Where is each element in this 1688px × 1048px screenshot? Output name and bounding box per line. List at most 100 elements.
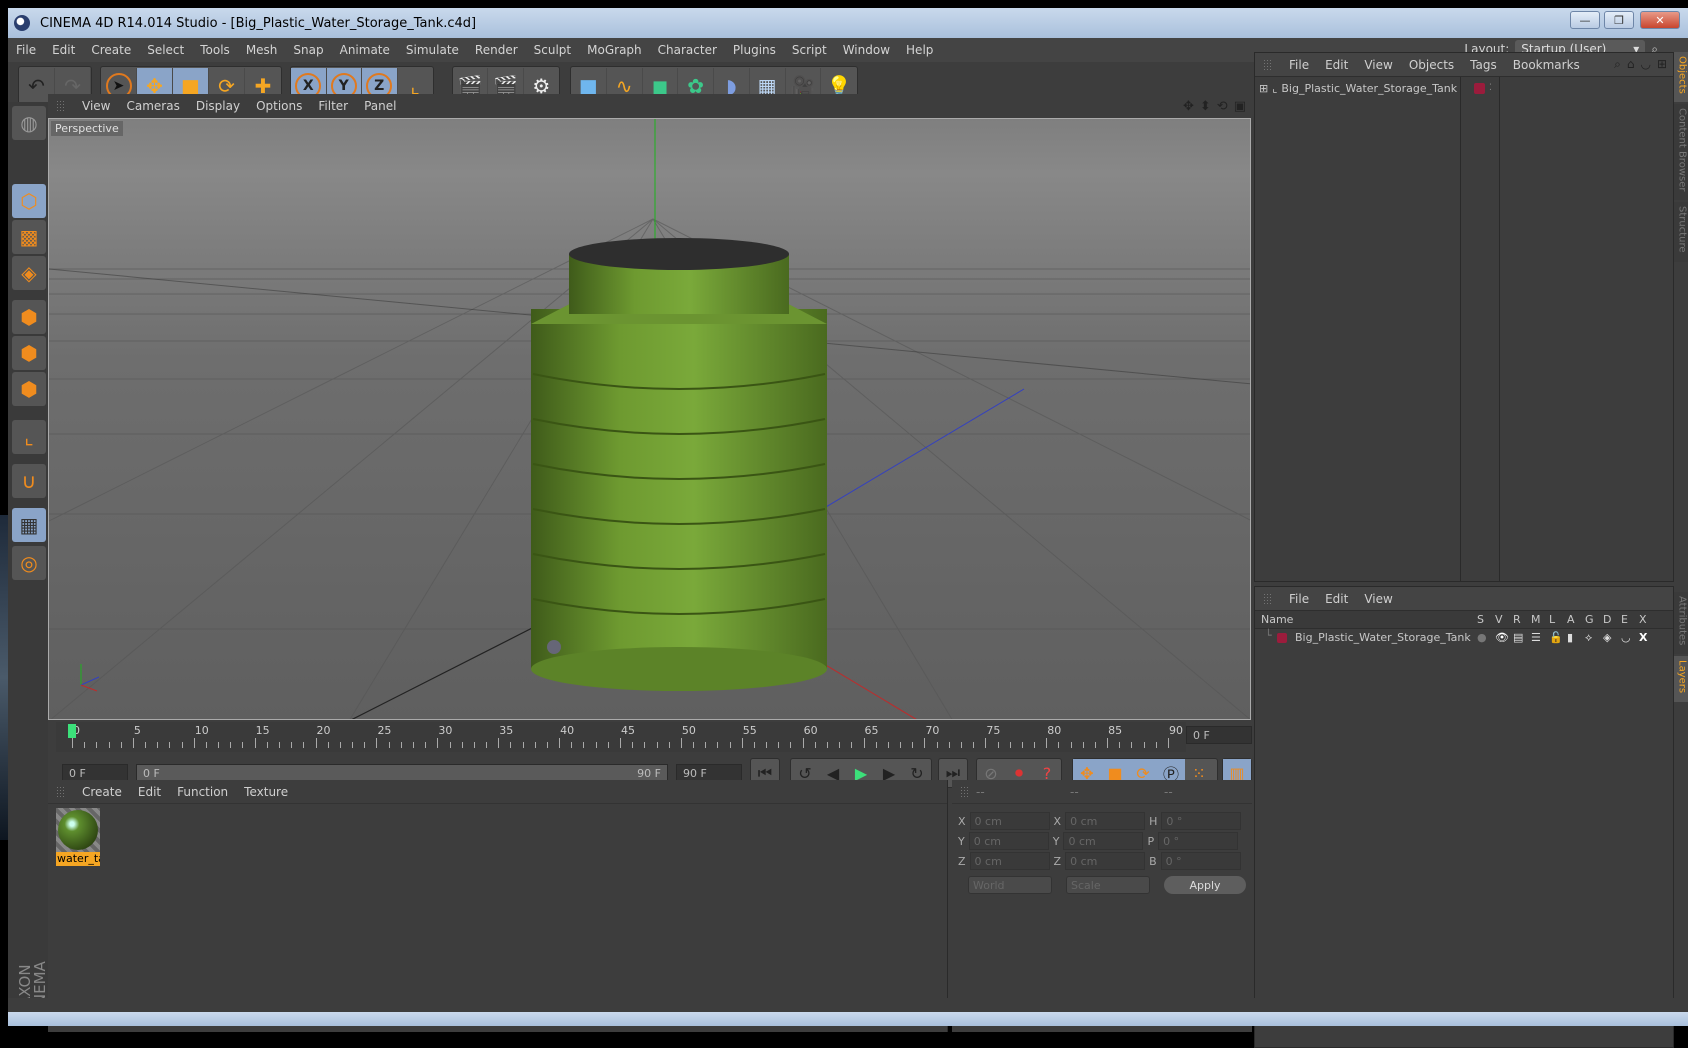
layer-column-g[interactable]: G	[1585, 613, 1594, 626]
layer-column-r[interactable]: R	[1513, 613, 1521, 626]
viewport-menu-display[interactable]: Display	[188, 99, 248, 113]
eye-icon[interactable]: ◡	[1640, 57, 1650, 72]
new-window-icon[interactable]: ⊞	[1657, 57, 1667, 72]
layer-column-name[interactable]: Name	[1261, 613, 1293, 626]
viewport-menu-panel[interactable]: Panel	[356, 99, 404, 113]
layer-column-e[interactable]: E	[1621, 613, 1628, 626]
menu-help[interactable]: Help	[898, 43, 941, 57]
menu-plugins[interactable]: Plugins	[725, 43, 784, 57]
manager-toggle-icon[interactable]: ☰	[1531, 631, 1541, 644]
layers-menu-view[interactable]: View	[1356, 592, 1400, 606]
expressions-toggle-icon[interactable]: ◡	[1621, 631, 1631, 644]
size-x-field[interactable]: 0 cm	[1065, 812, 1146, 830]
lock-toggle-icon[interactable]: 🔓	[1549, 631, 1563, 644]
layer-column-v[interactable]: V	[1495, 613, 1503, 626]
rot-h-field[interactable]: 0 °	[1161, 812, 1242, 830]
viewport-menu-options[interactable]: Options	[248, 99, 310, 113]
grip-handle[interactable]	[56, 100, 66, 112]
zoom-icon[interactable]: ⬍	[1200, 99, 1211, 114]
playhead[interactable]	[68, 724, 76, 738]
layer-name[interactable]: Big_Plastic_Water_Storage_Tank	[1295, 631, 1471, 644]
menu-tools[interactable]: Tools	[192, 43, 238, 57]
tab-attributes[interactable]: Attributes	[1674, 592, 1688, 654]
minimize-button[interactable]: —	[1570, 11, 1600, 29]
render-toggle-icon[interactable]: ▤	[1513, 631, 1523, 644]
material-menu-edit[interactable]: Edit	[130, 785, 169, 799]
viewport-menu-cameras[interactable]: Cameras	[118, 99, 187, 113]
home-icon[interactable]: ⌂	[1627, 57, 1635, 72]
timeline-ruler[interactable]: 0 5 10 15 20 25 30 35 40 45 50 55 60 65 70 75 80 85 90	[56, 722, 1186, 752]
rot-b-field[interactable]: 0 °	[1160, 852, 1241, 870]
material-menu-create[interactable]: Create	[74, 785, 130, 799]
material-menu-texture[interactable]: Texture	[236, 785, 296, 799]
objects-menu-edit[interactable]: Edit	[1317, 58, 1356, 72]
layer-color-tag[interactable]	[1474, 82, 1485, 94]
size-y-field[interactable]: 0 cm	[1063, 832, 1144, 850]
layer-color-swatch[interactable]	[1277, 633, 1287, 643]
objects-menu-objects[interactable]: Objects	[1401, 58, 1462, 72]
apply-button[interactable]: Apply	[1164, 876, 1246, 894]
axis-mode-icon[interactable]: ⌞	[12, 420, 46, 454]
menu-file[interactable]: File	[8, 43, 44, 57]
menu-window[interactable]: Window	[835, 43, 898, 57]
layer-column-d[interactable]: D	[1603, 613, 1611, 626]
soft-selection-icon[interactable]: ◎	[12, 546, 46, 580]
menu-animate[interactable]: Animate	[332, 43, 398, 57]
current-frame-field[interactable]: 0 F	[1186, 726, 1252, 744]
view-toggle-eye-icon[interactable]: 👁	[1495, 631, 1509, 644]
polygons-mode-icon[interactable]: ⬢	[12, 372, 46, 406]
size-z-field[interactable]: 0 cm	[1065, 852, 1146, 870]
tab-structure[interactable]: Structure	[1674, 202, 1688, 262]
deformers-toggle-icon[interactable]: ◈	[1603, 631, 1611, 644]
maximize-icon[interactable]: ▣	[1234, 99, 1246, 114]
objects-menu-bookmarks[interactable]: Bookmarks	[1505, 58, 1588, 72]
xref-toggle-icon[interactable]: X	[1639, 631, 1647, 644]
tab-layers[interactable]: Layers	[1674, 656, 1688, 702]
expand-icon[interactable]: ⊞	[1259, 82, 1268, 95]
generators-toggle-icon[interactable]: ⟡	[1585, 631, 1592, 645]
viewport-camera-label[interactable]: Perspective	[51, 121, 123, 136]
menu-character[interactable]: Character	[650, 43, 725, 57]
pos-z-field[interactable]: 0 cm	[969, 852, 1050, 870]
edges-mode-icon[interactable]: ⬢	[12, 336, 46, 370]
material-item[interactable]: water_ta	[56, 808, 100, 866]
coordinate-mode-dropdown[interactable]: World	[968, 876, 1052, 894]
viewport-menu-filter[interactable]: Filter	[310, 99, 356, 113]
grip-handle[interactable]	[960, 785, 970, 798]
menu-mesh[interactable]: Mesh	[238, 43, 286, 57]
close-button[interactable]: ✕	[1640, 11, 1680, 29]
visibility-dots[interactable]: ⁚	[1489, 83, 1492, 93]
workplane-lock-icon[interactable]: ▦	[12, 508, 46, 542]
menu-script[interactable]: Script	[784, 43, 835, 57]
grip-handle[interactable]	[56, 785, 66, 798]
pos-x-field[interactable]: 0 cm	[969, 812, 1050, 830]
animation-toggle-icon[interactable]: ▮	[1567, 631, 1573, 644]
tab-objects[interactable]: Objects	[1674, 52, 1688, 102]
grip-handle[interactable]	[1263, 58, 1273, 71]
menu-mograph[interactable]: MoGraph	[579, 43, 650, 57]
objects-menu-file[interactable]: File	[1281, 58, 1317, 72]
objects-menu-view[interactable]: View	[1356, 58, 1400, 72]
grip-handle[interactable]	[1263, 592, 1273, 605]
pan-icon[interactable]: ✥	[1183, 99, 1194, 114]
menu-create[interactable]: Create	[83, 43, 139, 57]
layer-column-l[interactable]: L	[1549, 613, 1555, 626]
points-mode-icon[interactable]: ⬢	[12, 300, 46, 334]
menu-render[interactable]: Render	[467, 43, 526, 57]
layer-column-a[interactable]: A	[1567, 613, 1575, 626]
search-icon[interactable]: ⌕	[1614, 57, 1621, 72]
snap-icon[interactable]: ∪	[12, 464, 46, 498]
layer-column-m[interactable]: M	[1531, 613, 1541, 626]
orbit-icon[interactable]: ⟲	[1217, 99, 1228, 114]
texture-mode-icon[interactable]: ▩	[12, 220, 46, 254]
solo-toggle[interactable]: ●	[1477, 631, 1487, 644]
menu-simulate[interactable]: Simulate	[398, 43, 467, 57]
menu-select[interactable]: Select	[139, 43, 192, 57]
menu-edit[interactable]: Edit	[44, 43, 83, 57]
layer-column-s[interactable]: S	[1477, 613, 1484, 626]
make-editable-icon[interactable]: ◍	[12, 106, 46, 140]
model-mode-icon[interactable]: ⬡	[12, 184, 46, 218]
layers-menu-edit[interactable]: Edit	[1317, 592, 1356, 606]
layer-row[interactable]: └ Big_Plastic_Water_Storage_Tank ● 👁 ▤ ☰…	[1255, 629, 1673, 647]
pos-y-field[interactable]: 0 cm	[968, 832, 1049, 850]
